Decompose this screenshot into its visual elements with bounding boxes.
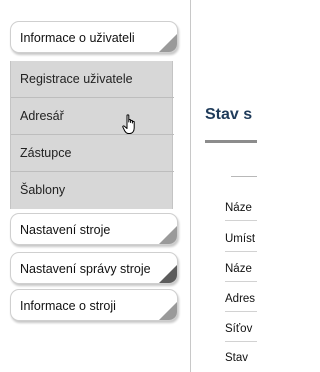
tab-corner-marker xyxy=(159,34,177,52)
tab-machine-settings[interactable]: Nastavení stroje xyxy=(10,213,178,245)
user-info-submenu: Registrace uživatele Adresář Zástupce Ša… xyxy=(10,61,174,209)
tab-machine-info-label: Informace o stroji xyxy=(20,299,116,313)
row-separator xyxy=(225,311,257,312)
info-row-label: Stav xyxy=(225,352,249,364)
row-separator xyxy=(225,281,257,282)
info-row-label: Náze xyxy=(225,202,252,214)
row-separator xyxy=(225,251,257,252)
info-row-label: Umíst xyxy=(225,233,256,245)
row-separator xyxy=(225,220,257,221)
info-row: Umíst xyxy=(225,229,257,252)
section-divider xyxy=(231,176,257,177)
tab-machine-info[interactable]: Informace o stroji xyxy=(10,289,178,321)
tab-corner-marker xyxy=(159,226,177,244)
tab-corner-marker xyxy=(159,302,177,320)
info-row: Náze xyxy=(225,259,257,282)
info-row: Síťov xyxy=(225,319,257,342)
page-title: Stav s xyxy=(205,106,253,123)
tab-corner-marker xyxy=(159,265,177,283)
submenu-item-shortcuts[interactable]: Zástupce xyxy=(11,135,174,172)
submenu-item-label: Zástupce xyxy=(20,146,72,160)
info-row: Adres xyxy=(225,289,257,312)
tab-user-info-label: Informace o uživateli xyxy=(20,31,135,45)
title-underline xyxy=(205,140,257,143)
tab-machine-admin-settings[interactable]: Nastavení správy stroje xyxy=(10,252,178,284)
tab-machine-admin-settings-label: Nastavení správy stroje xyxy=(20,262,151,276)
info-row-label: Náze xyxy=(225,263,252,275)
submenu-item-address-book[interactable]: Adresář xyxy=(11,98,174,135)
tab-machine-settings-label: Nastavení stroje xyxy=(20,223,111,237)
tab-user-info[interactable]: Informace o uživateli xyxy=(10,21,178,53)
submenu-item-user-registration[interactable]: Registrace uživatele xyxy=(11,61,174,98)
submenu-item-label: Registrace uživatele xyxy=(20,72,133,86)
main-content: Stav s Náze Umíst Náze Adres Síťov Stav xyxy=(191,0,257,372)
info-row-label: Síťov xyxy=(225,323,253,335)
info-row: Náze xyxy=(225,198,257,221)
row-separator xyxy=(225,341,257,342)
info-row: Stav xyxy=(225,348,257,371)
info-row-label: Adres xyxy=(225,293,256,305)
hand-pointer-icon xyxy=(122,114,135,134)
left-navigation: Informace o uživateli Registrace uživate… xyxy=(0,0,190,372)
submenu-item-label: Šablony xyxy=(20,183,66,197)
submenu-item-templates[interactable]: Šablony xyxy=(11,172,174,209)
submenu-item-label: Adresář xyxy=(20,109,64,123)
